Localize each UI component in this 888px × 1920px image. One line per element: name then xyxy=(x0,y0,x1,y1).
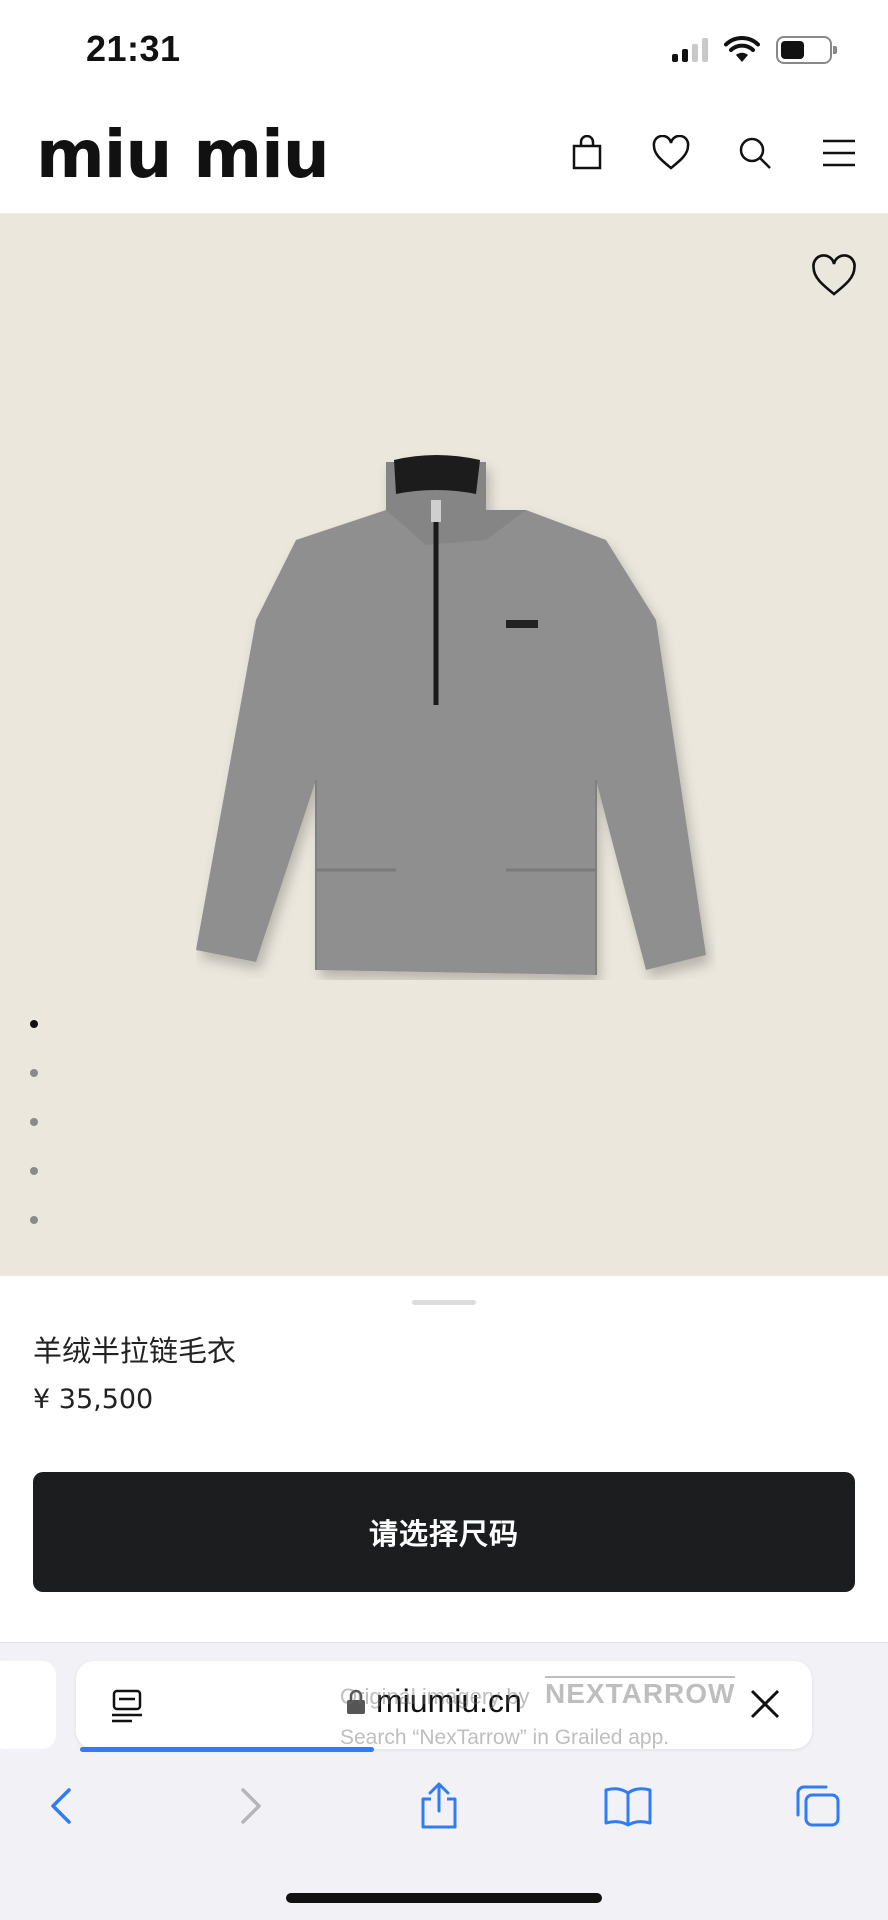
forward-icon[interactable] xyxy=(226,1780,278,1832)
browser-toolbar xyxy=(0,1772,888,1836)
product-name: 羊绒半拉链毛衣 xyxy=(33,1334,237,1368)
share-icon[interactable] xyxy=(413,1780,465,1832)
carousel-dot-4[interactable] xyxy=(30,1167,38,1175)
carousel-dot-5[interactable] xyxy=(30,1216,38,1224)
wishlist-heart-icon[interactable] xyxy=(648,130,694,176)
previous-tab-card[interactable] xyxy=(0,1661,56,1749)
status-icons xyxy=(672,34,837,66)
header-icons xyxy=(564,130,862,176)
status-time: 21:31 xyxy=(86,28,181,69)
product-image-carousel[interactable] xyxy=(0,214,888,1276)
shopping-bag-icon[interactable] xyxy=(564,130,610,176)
search-icon[interactable] xyxy=(732,130,778,176)
url-text: miumiu.cn xyxy=(376,1683,522,1719)
site-header: miu miu xyxy=(0,100,888,214)
lock-icon xyxy=(347,1689,365,1714)
cellular-signal-icon xyxy=(672,38,708,62)
sheet-drag-handle[interactable] xyxy=(412,1300,476,1305)
carousel-dot-3[interactable] xyxy=(30,1118,38,1126)
bookmarks-icon[interactable] xyxy=(602,1780,654,1832)
select-size-button[interactable]: 请选择尺码 xyxy=(33,1472,855,1592)
carousel-dot-2[interactable] xyxy=(30,1069,38,1077)
menu-icon[interactable] xyxy=(816,130,862,176)
battery-icon xyxy=(776,36,837,64)
product-price: ¥ 35,500 xyxy=(33,1384,154,1415)
carousel-pagination xyxy=(30,1020,38,1224)
tabs-icon[interactable] xyxy=(792,1780,844,1832)
wifi-icon xyxy=(724,36,760,62)
address-bar[interactable]: miumiu.cn xyxy=(76,1661,812,1749)
page-menu-icon[interactable] xyxy=(108,1687,146,1725)
brand-logo[interactable]: miu miu xyxy=(36,122,330,188)
status-bar: 21:31 xyxy=(0,0,888,100)
product-photo xyxy=(196,455,706,975)
page-load-progress-bar xyxy=(80,1747,374,1752)
add-to-wishlist-heart-icon[interactable] xyxy=(810,254,858,298)
back-icon[interactable] xyxy=(34,1780,86,1832)
carousel-dot-1[interactable] xyxy=(30,1020,38,1028)
close-icon[interactable] xyxy=(748,1687,782,1721)
url-display[interactable]: miumiu.cn xyxy=(346,1683,522,1720)
home-indicator[interactable] xyxy=(286,1893,602,1903)
